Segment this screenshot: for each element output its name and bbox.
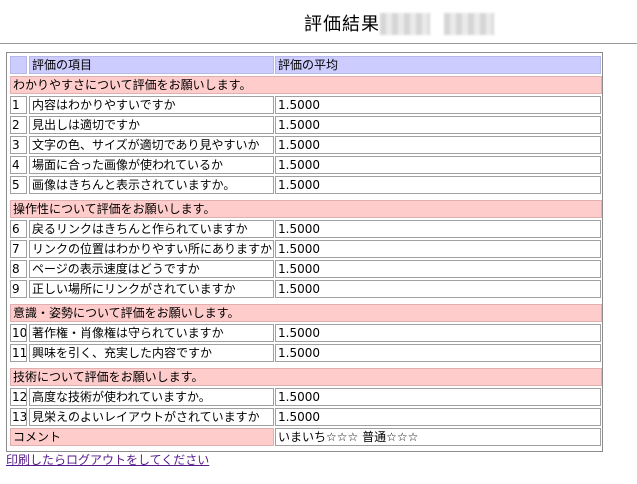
row-average: 1.5000 — [275, 176, 601, 194]
table-header: 評価の項目 評価の平均 — [7, 56, 604, 74]
row-item: 文字の色、サイズが適切であり見やすいか — [29, 136, 274, 154]
row-item: ページの表示速度はどうですか — [29, 260, 274, 278]
row-number: 13 — [10, 408, 27, 426]
row-number: 8 — [10, 260, 27, 278]
row-average: 1.5000 — [275, 136, 601, 154]
row-average: 1.5000 — [275, 260, 601, 278]
row-item: 高度な技術が使われていますか。 — [29, 388, 274, 406]
table-row: 2 見出しは適切ですか 1.5000 — [7, 116, 604, 134]
table-row: 8 ページの表示速度はどうですか 1.5000 — [7, 260, 604, 278]
table-row: 4 場面に合った画像が使われているか 1.5000 — [7, 156, 604, 174]
row-average: 1.5000 — [275, 324, 601, 342]
row-average: 1.5000 — [275, 388, 601, 406]
redacted-name-1 — [380, 13, 430, 35]
section-heading-text: 技術について評価をお願いします。 — [10, 368, 602, 386]
table-row: 1 内容はわかりやすいですか 1.5000 — [7, 96, 604, 114]
header-item: 評価の項目 — [29, 56, 274, 74]
table-row: 3 文字の色、サイズが適切であり見やすいか 1.5000 — [7, 136, 604, 154]
header-average: 評価の平均 — [275, 56, 601, 74]
row-item: 場面に合った画像が使われているか — [29, 156, 274, 174]
row-item: 見出しは適切ですか — [29, 116, 274, 134]
row-item: リンクの位置はわかりやすい所にありますか — [29, 240, 274, 258]
row-average: 1.5000 — [275, 116, 601, 134]
row-number: 4 — [10, 156, 27, 174]
row-item: 著作権・肖像権は守られていますか — [29, 324, 274, 342]
table-row: 11 興味を引く、充実した内容ですか 1.5000 — [7, 344, 604, 362]
row-number: 5 — [10, 176, 27, 194]
row-average: 1.5000 — [275, 240, 601, 258]
row-item: 興味を引く、充実した内容ですか — [29, 344, 274, 362]
table-row: 13 見栄えのよいレイアウトがされていますか 1.5000 — [7, 408, 604, 426]
redacted-name-2 — [444, 13, 494, 35]
section-heading-text: わかりやすさについて評価をお願いします。 — [10, 76, 602, 94]
row-item: 戻るリンクはきちんと作られていますか — [29, 220, 274, 238]
row-item: 正しい場所にリンクがされていますか — [29, 280, 274, 298]
table-row: 6 戻るリンクはきちんと作られていますか 1.5000 — [7, 220, 604, 238]
section-heading-text: 意識・姿勢について評価をお願いします。 — [10, 304, 602, 322]
row-number: 1 — [10, 96, 27, 114]
section-heading: 技術について評価をお願いします。 — [7, 368, 604, 386]
row-number: 9 — [10, 280, 27, 298]
title-divider — [0, 43, 637, 44]
row-average: 1.5000 — [275, 408, 601, 426]
row-number: 12 — [10, 388, 27, 406]
comment-value: いまいち☆☆☆ 普通☆☆☆ — [275, 428, 601, 446]
table-row: 10 著作権・肖像権は守られていますか 1.5000 — [7, 324, 604, 342]
comment-label: コメント — [10, 428, 274, 446]
header-number-cell — [10, 56, 27, 74]
section-heading: 意識・姿勢について評価をお願いします。 — [7, 304, 604, 322]
table-row: 9 正しい場所にリンクがされていますか 1.5000 — [7, 280, 604, 298]
row-item: 見栄えのよいレイアウトがされていますか — [29, 408, 274, 426]
row-number: 7 — [10, 240, 27, 258]
row-item: 画像はきちんと表示されていますか。 — [29, 176, 274, 194]
row-average: 1.5000 — [275, 220, 601, 238]
row-average: 1.5000 — [275, 156, 601, 174]
row-item: 内容はわかりやすいですか — [29, 96, 274, 114]
row-average: 1.5000 — [275, 280, 601, 298]
row-number: 11 — [10, 344, 27, 362]
row-number: 2 — [10, 116, 27, 134]
section-heading: 操作性について評価をお願いします。 — [7, 200, 604, 218]
row-average: 1.5000 — [275, 96, 601, 114]
row-average: 1.5000 — [275, 344, 601, 362]
row-number: 3 — [10, 136, 27, 154]
row-number: 10 — [10, 324, 27, 342]
table-row: 7 リンクの位置はわかりやすい所にありますか 1.5000 — [7, 240, 604, 258]
section-heading-text: 操作性について評価をお願いします。 — [10, 200, 602, 218]
table-row: 12 高度な技術が使われていますか。 1.5000 — [7, 388, 604, 406]
table-row: 5 画像はきちんと表示されていますか。 1.5000 — [7, 176, 604, 194]
section-heading: わかりやすさについて評価をお願いします。 — [7, 76, 604, 94]
logout-link[interactable]: 印刷したらログアウトをしてください — [6, 451, 209, 468]
row-number: 6 — [10, 220, 27, 238]
page-title: 評価結果 — [304, 14, 380, 35]
results-table: 評価の項目 評価の平均 わかりやすさについて評価をお願いします。 1 内容はわか… — [6, 52, 603, 452]
comment-row: コメント いまいち☆☆☆ 普通☆☆☆ — [7, 428, 604, 446]
